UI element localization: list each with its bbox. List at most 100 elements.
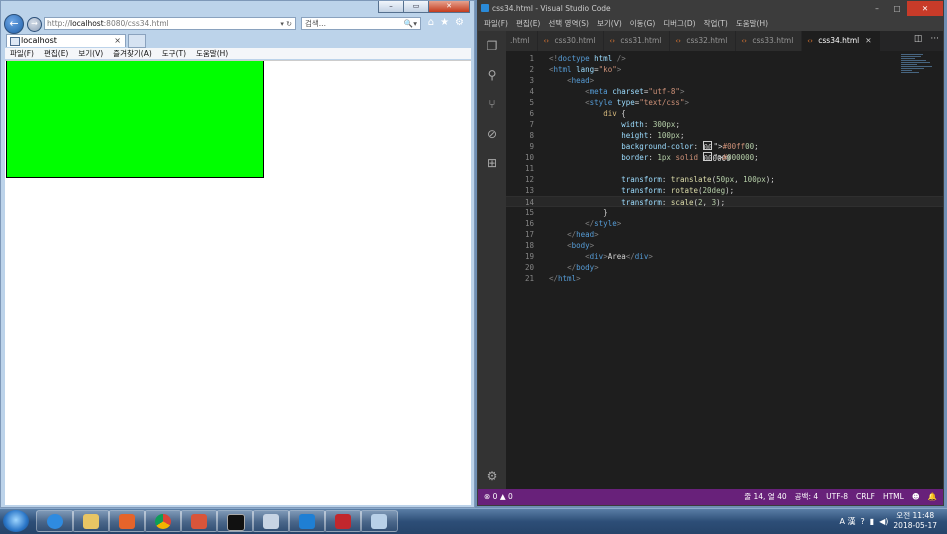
- favorites-star-icon[interactable]: ★: [440, 17, 449, 28]
- problems-indicator[interactable]: ⊗ 0 ▲ 0: [484, 489, 513, 505]
- vscode-minimize-button[interactable]: –: [867, 1, 887, 16]
- ie-minimize-button[interactable]: –: [378, 1, 404, 13]
- more-actions-icon[interactable]: ···: [930, 34, 939, 44]
- vsc-menu-go[interactable]: 이동(G): [626, 16, 659, 31]
- refresh-icon[interactable]: ▾ ↻: [280, 20, 295, 28]
- search-input[interactable]: 검색... 🔍▾: [301, 17, 421, 30]
- clock[interactable]: 오전 11:48 2018-05-17: [893, 511, 937, 531]
- taskbar-console-icon[interactable]: [216, 510, 254, 532]
- taskbar-java-icon[interactable]: [252, 510, 290, 532]
- menu-help[interactable]: 도움말(H): [191, 48, 233, 59]
- taskbar-app-icon[interactable]: [180, 510, 218, 532]
- code-line[interactable]: 17 </head>: [506, 229, 943, 240]
- debug-icon[interactable]: ⊘: [485, 127, 499, 141]
- code-line[interactable]: 14 transform: scale(2, 3);: [506, 196, 943, 207]
- system-tray: A 漢 ? ▮ ◀) 오전 11:48 2018-05-17: [839, 511, 937, 531]
- tab-css32[interactable]: ‹› css32.html: [670, 31, 737, 51]
- code-line[interactable]: 3 <head>: [506, 75, 943, 86]
- language-mode[interactable]: HTML: [883, 489, 904, 505]
- ie-maximize-button[interactable]: ▭: [403, 1, 429, 13]
- line-number: 13: [524, 186, 534, 195]
- vsc-menu-edit[interactable]: 편집(E): [512, 16, 544, 31]
- tab-css34[interactable]: ‹› css34.html ✕: [802, 31, 881, 51]
- feedback-smiley-icon[interactable]: ☻: [912, 489, 920, 505]
- split-editor-icon[interactable]: ◫: [914, 34, 923, 44]
- vscode-maximize-button[interactable]: □: [887, 1, 907, 16]
- vsc-menu-help[interactable]: 도움말(H): [732, 16, 772, 31]
- tab-close-icon[interactable]: ×: [114, 35, 121, 47]
- menu-tools[interactable]: 도구(T): [157, 48, 191, 59]
- help-icon[interactable]: ?: [860, 517, 864, 526]
- ie-close-button[interactable]: ✕: [428, 1, 470, 13]
- vscode-close-button[interactable]: ✕: [907, 1, 943, 16]
- tab-css33[interactable]: ‹› css33.html: [736, 31, 803, 51]
- code-line[interactable]: 5 <style type="text/css">: [506, 97, 943, 108]
- gear-icon[interactable]: ⚙: [455, 17, 464, 28]
- vsc-menu-selection[interactable]: 선택 영역(S): [544, 16, 593, 31]
- ime-indicator[interactable]: A 漢: [839, 516, 855, 527]
- code-line[interactable]: 9 background-color: 00">#00ff00;: [506, 141, 943, 152]
- taskbar-notepad-icon[interactable]: [360, 510, 398, 532]
- code-line[interactable]: 8 height: 100px;: [506, 130, 943, 141]
- home-icon[interactable]: ⌂: [428, 17, 434, 28]
- tab-css30[interactable]: ‹› css30.html: [538, 31, 605, 51]
- taskbar-explorer-icon[interactable]: [72, 510, 110, 532]
- menu-favorites[interactable]: 즐겨찾기(A): [108, 48, 157, 59]
- notifications-bell-icon[interactable]: 🔔: [928, 489, 937, 505]
- vsc-menu-tasks[interactable]: 작업(T): [700, 16, 732, 31]
- source-control-icon[interactable]: ⑂: [485, 97, 499, 111]
- tab-css31[interactable]: ‹› css31.html: [604, 31, 671, 51]
- code-line[interactable]: 4 <meta charset="utf-8">: [506, 86, 943, 97]
- settings-gear-icon[interactable]: ⚙: [485, 469, 499, 483]
- green-area-box: [6, 61, 264, 178]
- code-line[interactable]: 18 <body>: [506, 240, 943, 251]
- code-line[interactable]: 21 </html>: [506, 273, 943, 284]
- search-icon[interactable]: ⚲: [485, 68, 499, 82]
- search-icon[interactable]: 🔍▾: [404, 19, 420, 28]
- taskbar-media-player-icon[interactable]: [108, 510, 146, 532]
- explorer-icon[interactable]: ❐: [485, 39, 499, 53]
- code-line[interactable]: 13 transform: rotate(20deg);: [506, 185, 943, 196]
- address-bar[interactable]: http://localhost:8080/css34.html ▾ ↻: [44, 17, 296, 30]
- taskbar-filezilla-icon[interactable]: [324, 510, 362, 532]
- vsc-menu-view[interactable]: 보기(V): [593, 16, 626, 31]
- code-line[interactable]: 10 border: 1px solid 000000">#000000;: [506, 152, 943, 163]
- volume-icon[interactable]: ◀): [879, 517, 888, 526]
- back-button[interactable]: ←: [4, 14, 24, 34]
- code-line[interactable]: 16 </style>: [506, 218, 943, 229]
- start-button[interactable]: [3, 510, 29, 532]
- indentation[interactable]: 공백: 4: [795, 489, 818, 505]
- minimap[interactable]: [901, 53, 937, 87]
- tab-html[interactable]: .html: [506, 31, 539, 51]
- menu-view[interactable]: 보기(V): [73, 48, 108, 59]
- line-number: 6: [529, 109, 534, 118]
- code-line[interactable]: 20 </body>: [506, 262, 943, 273]
- code-line[interactable]: 19 <div>Area</div>: [506, 251, 943, 262]
- taskbar-ie-icon[interactable]: [36, 510, 74, 532]
- forward-button[interactable]: →: [27, 17, 42, 32]
- network-icon[interactable]: ▮: [870, 517, 874, 526]
- code-line[interactable]: 6 div {: [506, 108, 943, 119]
- menu-file[interactable]: 파일(F): [5, 48, 39, 59]
- menu-edit[interactable]: 편집(E): [39, 48, 73, 59]
- code-line[interactable]: 11: [506, 163, 943, 174]
- code-text: <div>Area</div>: [585, 252, 653, 261]
- code-line[interactable]: 12 transform: translate(50px, 100px);: [506, 174, 943, 185]
- vsc-menu-file[interactable]: 파일(F): [480, 16, 512, 31]
- tab-close-icon[interactable]: ✕: [865, 36, 871, 45]
- code-line[interactable]: 2 <html lang="ko">: [506, 64, 943, 75]
- code-line[interactable]: 15 }: [506, 207, 943, 218]
- line-ending[interactable]: CRLF: [856, 489, 875, 505]
- taskbar-chrome-icon[interactable]: [144, 510, 182, 532]
- new-tab-button[interactable]: [128, 34, 146, 48]
- code-line[interactable]: 7 width: 300px;: [506, 119, 943, 130]
- taskbar-vscode-icon[interactable]: [288, 510, 326, 532]
- code-editor[interactable]: 1 <!doctype html /> 2 <html lang="ko"> 3 <he…: [506, 51, 943, 489]
- code-line[interactable]: 1 <!doctype html />: [506, 53, 943, 64]
- tab-localhost[interactable]: localhost ×: [6, 34, 126, 47]
- cursor-position[interactable]: 줄 14, 열 40: [744, 489, 786, 505]
- extensions-icon[interactable]: ⊞: [485, 156, 499, 170]
- encoding[interactable]: UTF-8: [826, 489, 848, 505]
- line-number: 17: [524, 230, 534, 239]
- vsc-menu-debug[interactable]: 디버그(D): [659, 16, 699, 31]
